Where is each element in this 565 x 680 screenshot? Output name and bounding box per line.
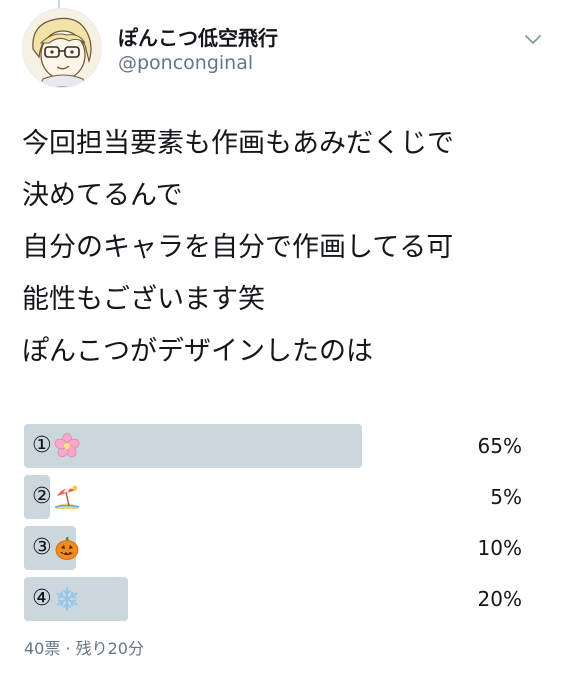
poll: ① 65% ② 5% ③ 10% ④ 20% bbox=[24, 424, 544, 628]
tweet-text-line: ぽんこつがデザインしたのは bbox=[22, 336, 373, 367]
avatar-illustration bbox=[23, 9, 101, 87]
jack-o-lantern-icon bbox=[54, 535, 80, 561]
tweet-text-line: 決めてるんで bbox=[22, 180, 183, 211]
poll-option-label: ① bbox=[32, 424, 80, 468]
poll-option-1[interactable]: ① 65% bbox=[24, 424, 544, 468]
user-handle[interactable]: @ponconginal bbox=[118, 52, 253, 74]
poll-option-number: ③ bbox=[32, 535, 52, 560]
tweet-text-line: 自分のキャラを自分で作画してる可 bbox=[22, 232, 454, 263]
poll-percent: 20% bbox=[477, 587, 522, 611]
snowflake-icon bbox=[54, 586, 80, 612]
tweet-header: ぽんこつ低空飛行 @ponconginal bbox=[0, 0, 565, 110]
poll-option-4[interactable]: ④ 20% bbox=[24, 577, 544, 621]
poll-percent: 5% bbox=[490, 485, 522, 509]
poll-option-number: ④ bbox=[32, 586, 52, 611]
poll-option-label: ② bbox=[32, 475, 80, 519]
tweet-text-line: 今回担当要素も作画もあみだくじで bbox=[22, 128, 454, 159]
cherry-blossom-icon bbox=[54, 433, 80, 459]
tweet-text-line: 能性もございます笑 bbox=[22, 284, 265, 315]
chevron-down-icon[interactable] bbox=[522, 28, 544, 50]
poll-option-label: ③ bbox=[32, 526, 80, 570]
poll-option-number: ① bbox=[32, 433, 52, 458]
poll-footer: 40票 · 残り20分 bbox=[24, 639, 144, 658]
poll-percent: 65% bbox=[477, 434, 522, 458]
poll-option-label: ④ bbox=[32, 577, 80, 621]
poll-option-3[interactable]: ③ 10% bbox=[24, 526, 544, 570]
beach-umbrella-icon bbox=[54, 484, 80, 510]
display-name[interactable]: ぽんこつ低空飛行 bbox=[118, 22, 278, 51]
poll-percent: 10% bbox=[477, 536, 522, 560]
poll-option-2[interactable]: ② 5% bbox=[24, 475, 544, 519]
poll-option-number: ② bbox=[32, 484, 52, 509]
tweet-text: 今回担当要素も作画もあみだくじで 決めてるんで 自分のキャラを自分で作画してる可… bbox=[22, 118, 542, 378]
avatar[interactable] bbox=[22, 8, 102, 88]
